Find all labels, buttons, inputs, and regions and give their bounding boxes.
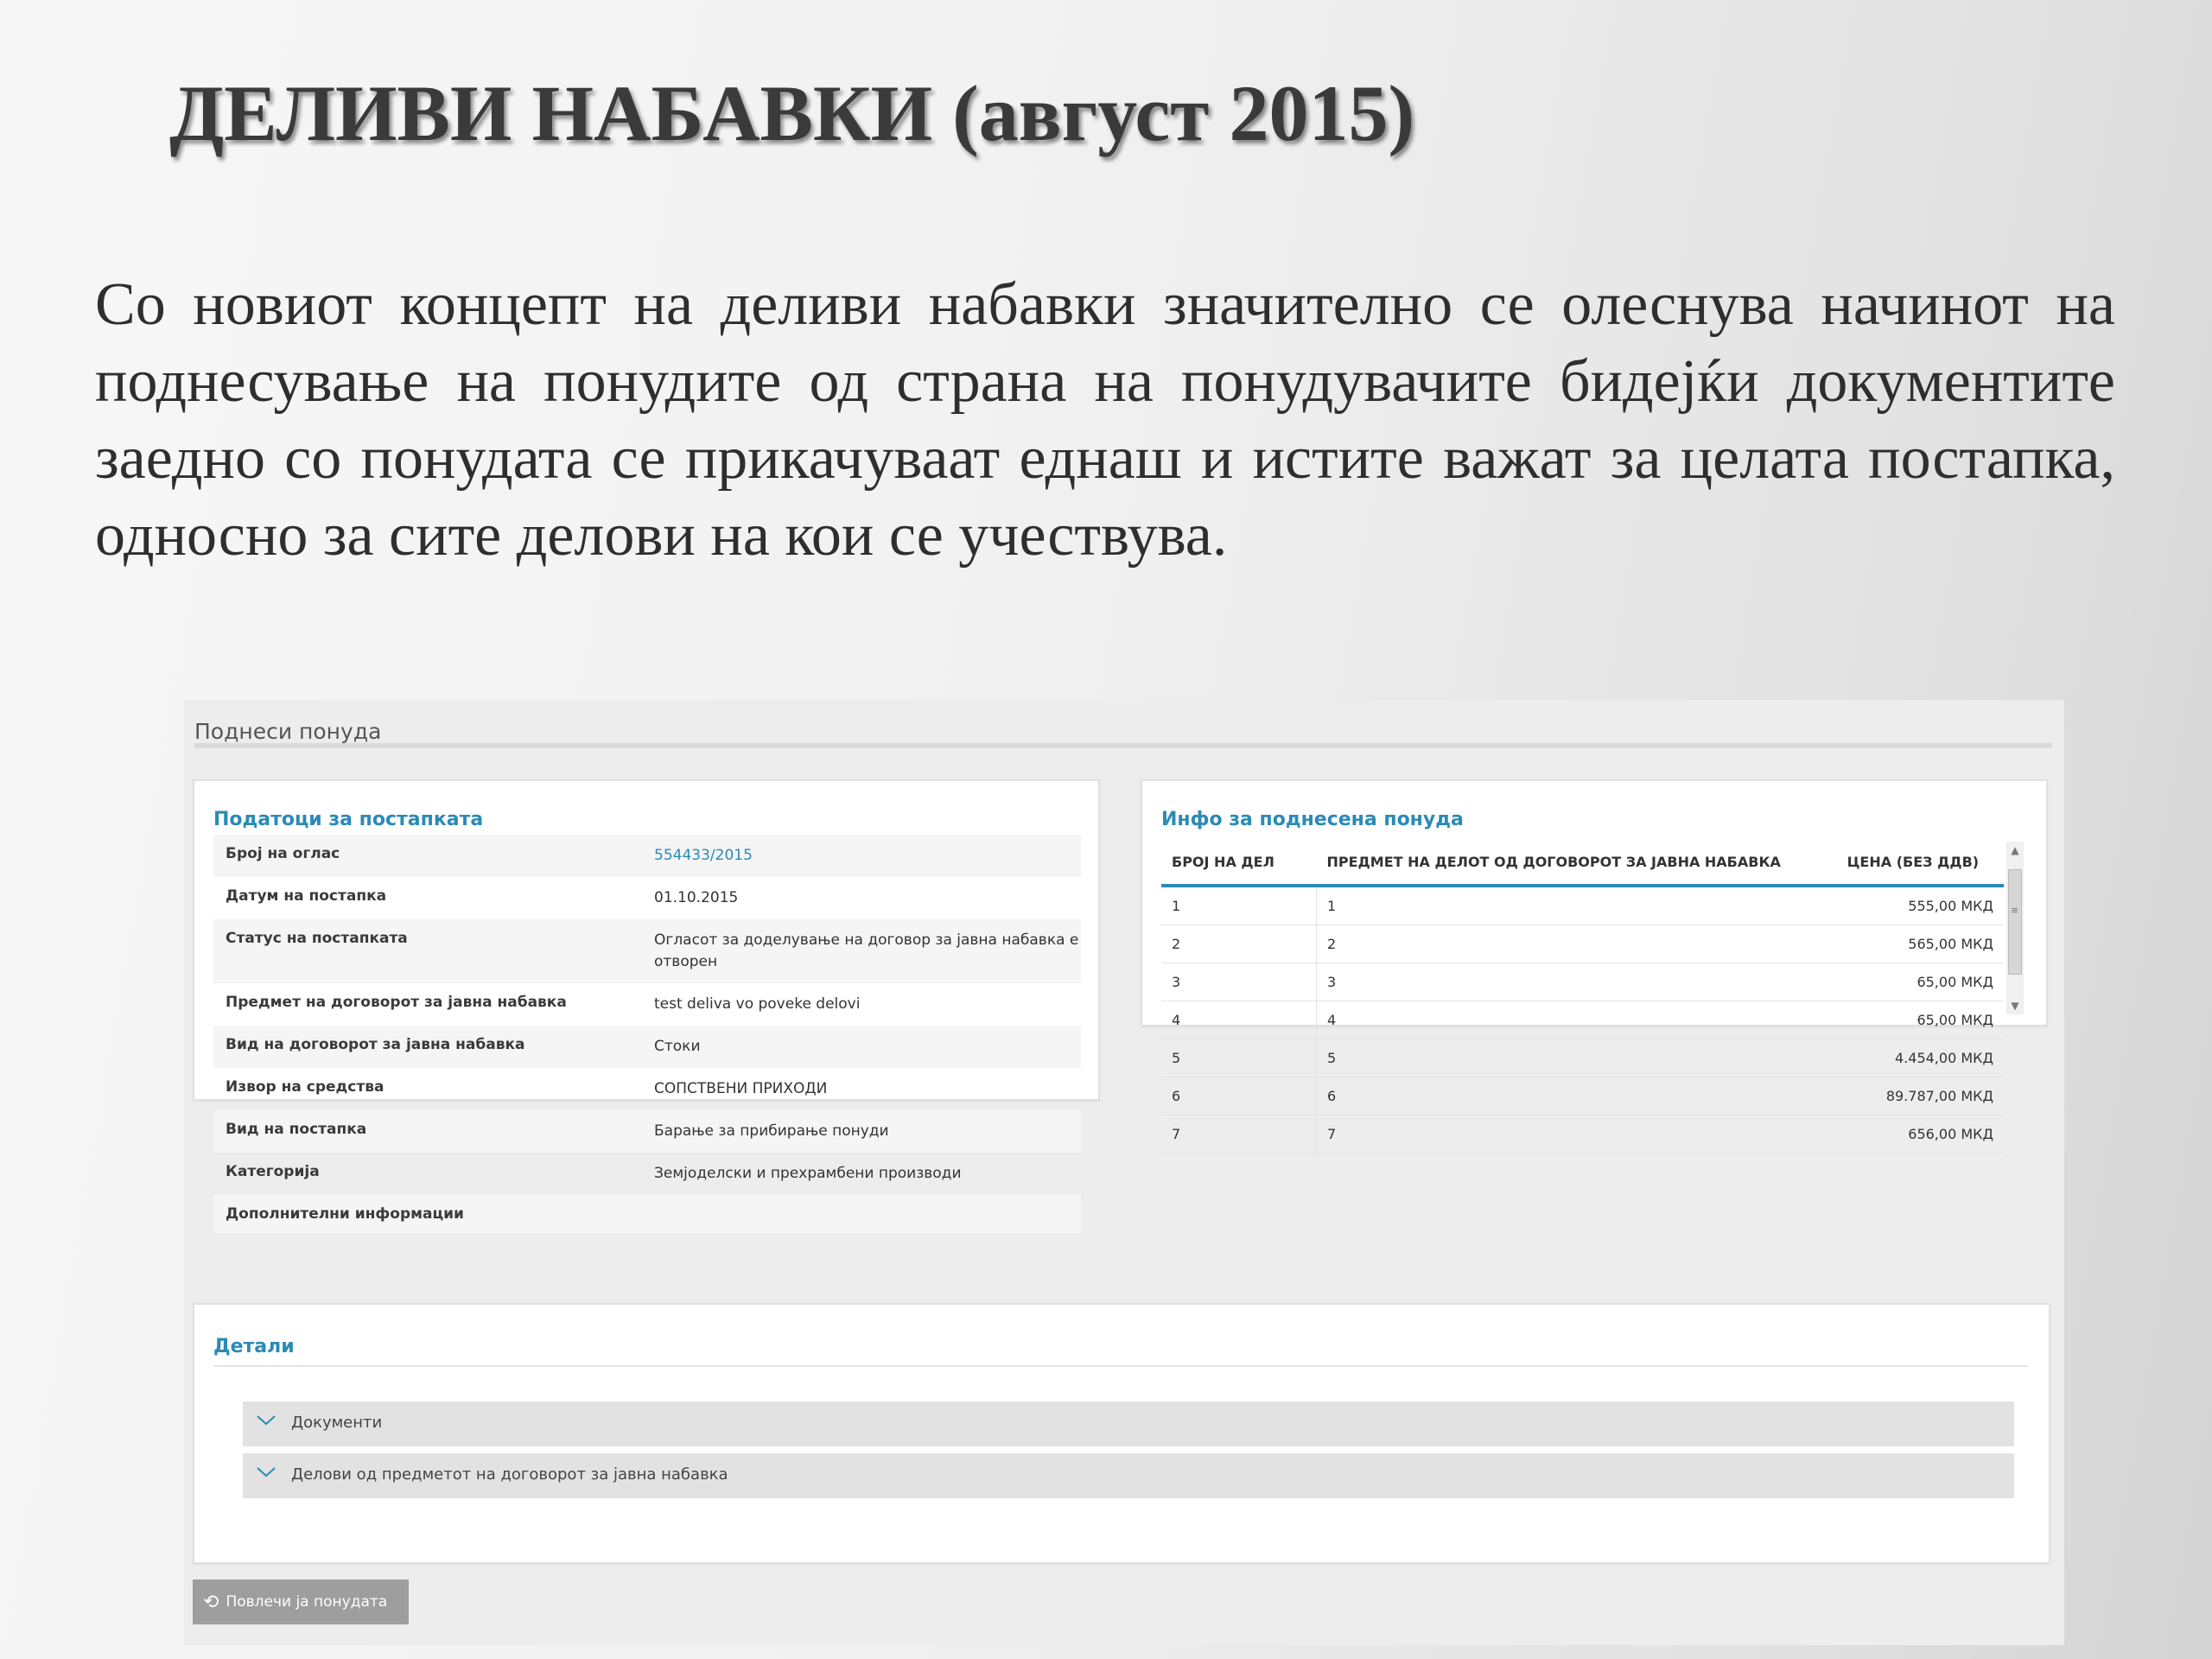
info-row: Вид на постапка Барање за прибирање понуд… [213, 1110, 1081, 1153]
info-label: Датум на постапка [226, 887, 387, 905]
procedure-info-panel: Податоци за постапката Број на оглас 5544… [193, 779, 1100, 1233]
details-divider [213, 1365, 2028, 1367]
column-header[interactable]: ПРЕДМЕТ НА ДЕЛОТ ОД ДОГОВОРОТ ЗА ЈАВНА Н… [1316, 842, 1837, 887]
header-divider [194, 743, 2052, 748]
table-cell: 3 [1316, 963, 1837, 1001]
info-row: Категорија Земјоделски и прехрамбени прои… [213, 1153, 1081, 1195]
table-row[interactable]: 4 4 65,00 МКД [1161, 1001, 2004, 1039]
notice-number-link[interactable]: 554433/2015 [654, 835, 1081, 877]
info-label: Вид на постапка [226, 1121, 367, 1138]
column-header[interactable]: БРОЈ НА ДЕЛ [1161, 842, 1317, 887]
info-label: Категорија [226, 1163, 320, 1180]
table-cell: 5 [1316, 1039, 1837, 1077]
table-cell: 3 [1161, 963, 1317, 1001]
info-value: Земјоделски и прехрамбени производи [654, 1165, 962, 1182]
procedure-panel-title: Податоци за постапката [213, 809, 484, 830]
page-header: Поднеси понуда [194, 719, 382, 744]
slide-title: ДЕЛИВИ НАБАВКИ (август 2015) [169, 69, 1415, 157]
app-screenshot: Поднеси понуда Податоци за постапката Бр… [184, 700, 2064, 1645]
info-row: Број на оглас 554433/2015 [213, 835, 1081, 877]
info-label: Број на оглас [226, 845, 340, 862]
info-label: Вид на договорот за јавна набавка [226, 1036, 525, 1053]
table-cell: 5 [1161, 1039, 1317, 1077]
table-row[interactable]: 5 5 4.454,00 МКД [1161, 1039, 2004, 1077]
table-cell: 656,00 МКД [1836, 1115, 2004, 1154]
table-row[interactable]: 3 3 65,00 МКД [1161, 963, 2004, 1001]
accordion-label: Делови од предметот на договорот за јавн… [291, 1465, 728, 1484]
info-row: Предмет на договорот за јавна набавка tes… [213, 983, 1081, 1026]
info-value: 01.10.2015 [654, 889, 739, 906]
table-cell: 4 [1316, 1001, 1837, 1039]
scroll-thumb[interactable]: ≡ [2008, 869, 2022, 975]
accordion-lot-parts[interactable]: Делови од предметот на договорот за јавн… [243, 1453, 2014, 1498]
info-label: Предмет на договорот за јавна набавка [226, 994, 567, 1011]
table-row[interactable]: 2 2 565,00 МКД [1161, 925, 2004, 963]
table-row[interactable]: 7 7 656,00 МКД [1161, 1115, 2004, 1154]
table-cell: 89.787,00 МКД [1836, 1077, 2004, 1116]
table-cell: 555,00 МКД [1836, 886, 2004, 925]
table-cell: 1 [1316, 886, 1837, 925]
table-cell: 4.454,00 МКД [1836, 1039, 2004, 1077]
scroll-up-icon[interactable]: ▲ [2006, 842, 2024, 859]
info-value: test deliva vo poveke delovi [654, 995, 861, 1013]
chevron-down-icon [257, 1415, 276, 1426]
withdraw-button-label: Повлечи ја понудата [226, 1593, 388, 1611]
grip-icon: ≡ [2011, 905, 2019, 916]
table-cell: 65,00 МКД [1836, 1001, 2004, 1039]
details-panel-title: Детали [213, 1336, 295, 1357]
chevron-down-icon [257, 1467, 276, 1478]
info-row: Вид на договорот за јавна набавка Стоки [213, 1026, 1081, 1068]
info-row: Статус на постапката Огласот за доделувањ… [213, 919, 1081, 983]
table-row[interactable]: 6 6 89.787,00 МКД [1161, 1077, 2004, 1116]
table-scrollbar[interactable]: ▲ ≡ ▼ [2006, 842, 2024, 1014]
table-cell: 565,00 МКД [1836, 925, 2004, 963]
table-cell: 1 [1161, 886, 1317, 925]
bid-info-panel: Инфо за поднесена понуда БРОЈ НА ДЕЛ ПРЕ… [1141, 779, 2048, 1154]
table-cell: 7 [1161, 1115, 1317, 1154]
info-label: Извор на средства [226, 1078, 385, 1096]
info-row: Извор на средства СОПСТВЕНИ ПРИХОДИ [213, 1068, 1081, 1110]
table-cell: 6 [1161, 1077, 1317, 1116]
table-cell: 65,00 МКД [1836, 963, 2004, 1001]
info-label: Статус на постапката [226, 930, 408, 947]
info-label: Дополнителни информации [226, 1205, 464, 1223]
table-cell: 6 [1316, 1077, 1837, 1116]
info-value: Барање за прибирање понуди [654, 1122, 889, 1140]
table-cell: 2 [1316, 925, 1837, 963]
table-cell: 7 [1316, 1115, 1837, 1154]
table-header-row: БРОЈ НА ДЕЛ ПРЕДМЕТ НА ДЕЛОТ ОД ДОГОВОРО… [1161, 842, 2004, 887]
info-value: Огласот за доделување на договор за јавн… [654, 931, 1079, 970]
procedure-info-list: Број на оглас 554433/2015 Датум на постапк… [213, 835, 1081, 1233]
table-cell: 2 [1161, 925, 1317, 963]
accordion-label: Документи [291, 1414, 383, 1432]
info-value: СОПСТВЕНИ ПРИХОДИ [654, 1080, 828, 1097]
table-cell: 4 [1161, 1001, 1317, 1039]
details-panel: Детали Документи Делови од предметот на … [193, 1303, 2050, 1564]
info-row: Датум на постапка 01.10.2015 [213, 877, 1081, 919]
slide-paragraph: Со новиот концепт на деливи набавки знач… [95, 271, 2115, 569]
undo-icon: ⟲ [203, 1591, 219, 1613]
info-value [654, 1195, 1081, 1233]
info-value: Стоки [654, 1038, 701, 1055]
column-header[interactable]: ЦЕНА (БЕЗ ДДВ) [1836, 842, 2004, 887]
accordion-documents[interactable]: Документи [243, 1402, 2014, 1446]
info-row: Дополнителни информации [213, 1195, 1081, 1233]
table-row[interactable]: 1 1 555,00 МКД [1161, 886, 2004, 925]
scroll-down-icon[interactable]: ▼ [2006, 997, 2024, 1014]
bid-panel-title: Инфо за поднесена понуда [1161, 809, 1464, 830]
withdraw-bid-button[interactable]: ⟲ Повлечи ја понудата [193, 1580, 409, 1624]
bid-table: БРОЈ НА ДЕЛ ПРЕДМЕТ НА ДЕЛОТ ОД ДОГОВОРО… [1161, 842, 2004, 1154]
